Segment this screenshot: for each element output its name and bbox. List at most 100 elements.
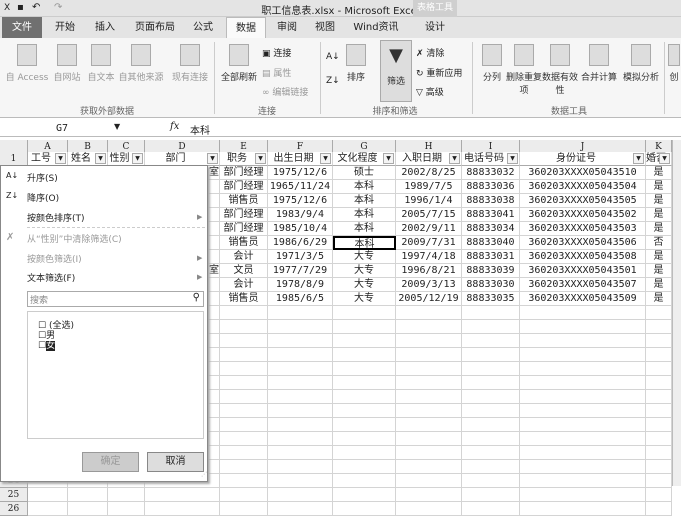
table-cell[interactable] [268, 418, 333, 432]
table-cell[interactable]: 本科 [333, 180, 396, 194]
table-cell[interactable]: 1985/10/4 [268, 222, 333, 236]
table-cell[interactable] [520, 488, 646, 502]
table-cell[interactable]: 是 [646, 208, 672, 222]
table-cell[interactable]: 88833032 [462, 166, 520, 180]
table-cell[interactable]: 1983/9/4 [268, 208, 333, 222]
table-cell[interactable] [396, 334, 462, 348]
table-cell[interactable]: 是 [646, 278, 672, 292]
name-box[interactable]: G7 [2, 121, 122, 136]
tab-design[interactable]: 设计 [413, 17, 457, 38]
search-input[interactable]: 搜索 [30, 293, 48, 306]
table-cell[interactable] [333, 348, 396, 362]
table-cell[interactable] [333, 446, 396, 460]
filter-dropdown-button[interactable]: ▼ [449, 153, 460, 164]
table-cell[interactable] [220, 432, 268, 446]
from-access-button[interactable]: 自 Access [4, 44, 50, 83]
table-cell[interactable]: 本科 [333, 194, 396, 208]
tab-formulas[interactable]: 公式 [186, 17, 220, 38]
table-cell[interactable]: 是 [646, 194, 672, 208]
table-cell[interactable] [333, 460, 396, 474]
tab-file[interactable]: 文件 [2, 17, 42, 38]
filter-dropdown-button[interactable]: ▼ [659, 153, 670, 164]
table-cell[interactable]: 1975/12/6 [268, 194, 333, 208]
table-cell[interactable] [462, 306, 520, 320]
search-box[interactable]: 搜索 ⚲ [27, 291, 204, 307]
table-cell[interactable] [462, 334, 520, 348]
properties-button[interactable]: ▤ 属性 [262, 66, 291, 79]
table-cell[interactable] [462, 432, 520, 446]
table-cell[interactable]: 2009/7/31 [396, 236, 462, 250]
active-cell[interactable]: 本科 [333, 236, 396, 250]
tab-view[interactable]: 视图 [308, 17, 342, 38]
table-cell[interactable]: 1986/6/29 [268, 236, 333, 250]
table-cell[interactable]: 1977/7/29 [268, 264, 333, 278]
table-cell[interactable]: 360203XXXX05043510 [520, 166, 646, 180]
filter-dropdown-button[interactable]: ▼ [507, 153, 518, 164]
menu-filter-by-color[interactable]: 按颜色筛选(I) [27, 252, 82, 265]
table-cell[interactable] [68, 502, 108, 516]
table-cell[interactable] [145, 488, 220, 502]
table-cell[interactable] [462, 320, 520, 334]
table-cell[interactable]: 88833039 [462, 264, 520, 278]
table-cell[interactable] [333, 404, 396, 418]
filter-dropdown-button[interactable]: ▼ [633, 153, 644, 164]
table-cell[interactable]: 360203XXXX05043501 [520, 264, 646, 278]
refresh-all-button[interactable]: 全部刷新 [218, 44, 260, 83]
table-cell[interactable] [268, 404, 333, 418]
table-cell[interactable] [108, 488, 145, 502]
table-cell[interactable]: 360203XXXX05043505 [520, 194, 646, 208]
table-cell[interactable] [462, 390, 520, 404]
tab-insert[interactable]: 插入 [88, 17, 122, 38]
table-cell[interactable]: 部门经理 [220, 222, 268, 236]
table-cell[interactable] [220, 404, 268, 418]
table-cell[interactable] [646, 460, 672, 474]
table-cell[interactable] [646, 376, 672, 390]
sort-button[interactable]: 排序 [344, 44, 368, 83]
table-cell[interactable] [220, 362, 268, 376]
table-cell[interactable] [68, 488, 108, 502]
table-cell[interactable]: 部门经理 [220, 208, 268, 222]
existing-connections-button[interactable]: 现有连接 [170, 44, 210, 83]
table-cell[interactable]: 销售员 [220, 194, 268, 208]
table-cell[interactable]: 2009/3/13 [396, 278, 462, 292]
table-cell[interactable]: 88833030 [462, 278, 520, 292]
table-cell[interactable] [646, 334, 672, 348]
table-cell[interactable]: 是 [646, 180, 672, 194]
table-cell[interactable] [520, 348, 646, 362]
table-cell[interactable] [646, 306, 672, 320]
table-cell[interactable]: 否 [646, 236, 672, 250]
table-cell[interactable]: 大专 [333, 264, 396, 278]
tab-page-layout[interactable]: 页面布局 [130, 17, 180, 38]
menu-sort-ascending[interactable]: 升序(S) [27, 171, 58, 184]
filter-dropdown-button[interactable]: ▼ [132, 153, 143, 164]
table-cell[interactable]: 88833041 [462, 208, 520, 222]
filter-dropdown-button[interactable]: ▼ [95, 153, 106, 164]
table-cell[interactable] [520, 460, 646, 474]
table-cell[interactable] [396, 306, 462, 320]
table-cell[interactable] [462, 460, 520, 474]
tab-data[interactable]: 数据 [226, 17, 266, 38]
table-cell[interactable] [396, 376, 462, 390]
table-cell[interactable] [520, 404, 646, 418]
table-cell[interactable] [520, 432, 646, 446]
table-cell[interactable] [333, 488, 396, 502]
clear-button[interactable]: ✗ 清除 [416, 46, 444, 59]
filter-dropdown-button[interactable]: ▼ [255, 153, 266, 164]
consolidate-button[interactable]: 合并计算 [578, 44, 620, 83]
table-cell[interactable] [646, 320, 672, 334]
table-cell[interactable]: 会计 [220, 278, 268, 292]
table-cell[interactable] [268, 502, 333, 516]
table-cell[interactable]: 360203XXXX05043506 [520, 236, 646, 250]
table-cell[interactable]: 1996/8/21 [396, 264, 462, 278]
table-cell[interactable] [220, 334, 268, 348]
table-cell[interactable]: 88833040 [462, 236, 520, 250]
chevron-down-icon[interactable]: ▼ [114, 122, 120, 131]
table-cell[interactable] [220, 418, 268, 432]
table-cell[interactable] [646, 418, 672, 432]
sort-ascending-icon[interactable]: A↓ [326, 52, 340, 62]
table-cell[interactable] [220, 320, 268, 334]
table-cell[interactable] [520, 320, 646, 334]
table-cell[interactable] [462, 502, 520, 516]
table-cell[interactable] [520, 306, 646, 320]
table-cell[interactable]: 1971/3/5 [268, 250, 333, 264]
